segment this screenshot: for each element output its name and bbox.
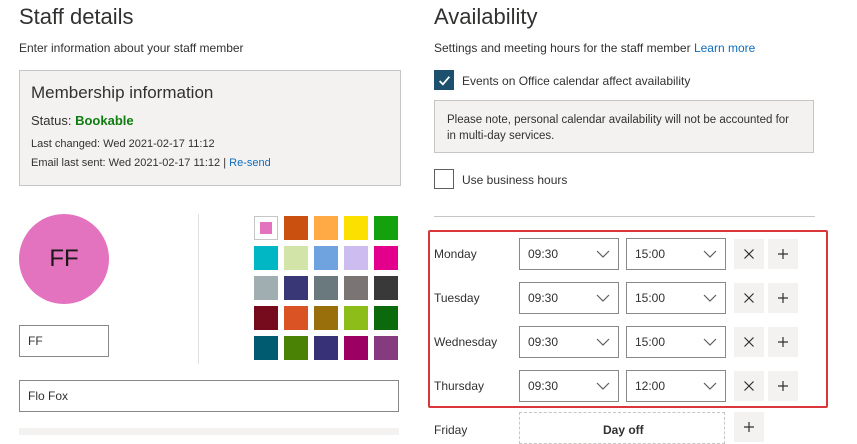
highlight-box	[428, 230, 828, 408]
color-swatch[interactable]	[254, 276, 278, 300]
add-time-button-friday[interactable]	[734, 412, 764, 442]
membership-status: Status: Bookable	[31, 113, 134, 128]
section-divider	[434, 216, 815, 217]
color-swatch[interactable]	[374, 276, 398, 300]
color-swatch[interactable]	[254, 216, 278, 240]
color-swatch[interactable]	[344, 306, 368, 330]
color-swatch[interactable]	[314, 246, 338, 270]
availability-subtitle: Settings and meeting hours for the staff…	[434, 41, 691, 55]
color-swatch[interactable]	[374, 306, 398, 330]
color-swatch[interactable]	[254, 336, 278, 360]
color-swatch[interactable]	[344, 216, 368, 240]
color-swatch[interactable]	[284, 306, 308, 330]
initials-value: FF	[28, 334, 43, 348]
color-swatch[interactable]	[344, 276, 368, 300]
color-picker	[254, 216, 400, 362]
calendar-notice: Please note, personal calendar availabil…	[434, 100, 814, 153]
availability-subtitle-row: Settings and meeting hours for the staff…	[434, 41, 755, 55]
color-swatch[interactable]	[374, 246, 398, 270]
next-field-strip	[19, 428, 399, 435]
color-swatch[interactable]	[374, 216, 398, 240]
color-swatch[interactable]	[314, 216, 338, 240]
color-swatch[interactable]	[344, 246, 368, 270]
status-badge: Bookable	[75, 113, 134, 128]
learn-more-link[interactable]: Learn more	[694, 41, 755, 55]
divider	[198, 214, 199, 364]
name-value: Flo Fox	[28, 389, 69, 403]
color-swatch[interactable]	[314, 336, 338, 360]
color-swatch[interactable]	[284, 336, 308, 360]
color-swatch[interactable]	[284, 276, 308, 300]
business-hours-label: Use business hours	[462, 173, 568, 187]
membership-title: Membership information	[31, 83, 214, 102]
availability-title: Availability	[434, 4, 538, 29]
events-checkbox[interactable]	[434, 70, 454, 90]
checkmark-icon	[438, 75, 450, 86]
color-swatch[interactable]	[254, 306, 278, 330]
staff-details-title: Staff details	[19, 4, 134, 29]
email-last-sent: Email last sent: Wed 2021-02-17 11:12 |	[31, 157, 227, 169]
status-label: Status:	[31, 113, 72, 128]
color-swatch[interactable]	[314, 276, 338, 300]
avatar-initials: FF	[49, 245, 79, 272]
events-checkbox-label: Events on Office calendar affect availab…	[462, 74, 691, 88]
color-swatch[interactable]	[344, 336, 368, 360]
notice-text: Please note, personal calendar availabil…	[447, 114, 790, 142]
name-input[interactable]: Flo Fox	[19, 380, 399, 412]
color-swatch[interactable]	[284, 246, 308, 270]
color-swatch[interactable]	[254, 246, 278, 270]
avatar: FF	[19, 214, 109, 304]
color-swatch[interactable]	[374, 336, 398, 360]
membership-panel: Membership information Status: Bookable …	[19, 70, 401, 186]
resend-link[interactable]: Re-send	[229, 157, 271, 169]
staff-details-subtitle: Enter information about your staff membe…	[19, 41, 244, 55]
business-hours-checkbox[interactable]	[434, 169, 454, 189]
email-last-sent-row: Email last sent: Wed 2021-02-17 11:12 | …	[31, 157, 271, 169]
color-swatch[interactable]	[284, 216, 308, 240]
plus-icon	[744, 422, 754, 432]
day-row-friday: Friday Day off	[434, 412, 804, 444]
initials-input[interactable]: FF	[19, 325, 109, 357]
color-swatch[interactable]	[314, 306, 338, 330]
last-changed: Last changed: Wed 2021-02-17 11:12	[31, 138, 215, 150]
